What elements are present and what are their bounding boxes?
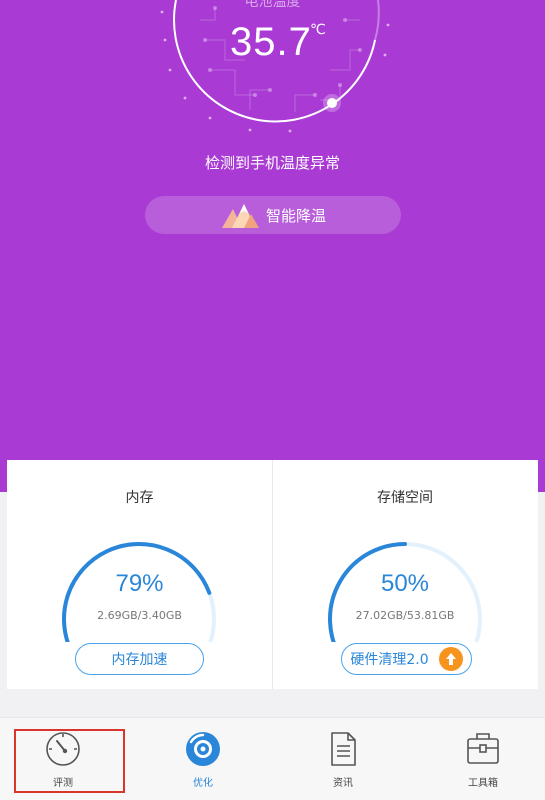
tab-news[interactable]: 资讯 — [293, 718, 393, 789]
memory-percent: 79% — [115, 570, 164, 597]
resource-cards: 内存 79% 2.69GB/3.40GB 内存加速 存储空间 50% 27.02… — [7, 460, 538, 689]
temperature-unit: ℃ — [310, 22, 326, 38]
document-icon — [331, 732, 356, 766]
smart-cool-label: 智能降温 — [265, 206, 326, 225]
memory-title: 内存 — [125, 490, 154, 506]
storage-card: 存储空间 50% 27.02GB/53.81GB 硬件清理2.0 — [272, 460, 537, 689]
toolbox-icon — [467, 733, 499, 764]
tab-optimize-label: 优化 — [193, 778, 213, 789]
tab-toolbox[interactable]: 工具箱 — [433, 718, 533, 789]
tab-toolbox-label: 工具箱 — [468, 778, 498, 789]
upgrade-arrow-icon — [438, 647, 463, 671]
storage-title: 存储空间 — [377, 490, 433, 506]
tab-optimize[interactable]: 优化 — [153, 718, 253, 789]
tab-news-label: 资讯 — [333, 778, 353, 789]
memory-boost-button[interactable]: 内存加速 — [75, 643, 204, 675]
disc-icon — [186, 732, 220, 766]
memory-card: 内存 79% 2.69GB/3.40GB 内存加速 — [7, 460, 272, 689]
temperature-value: 35.7 — [230, 20, 312, 64]
memory-usage: 2.69GB/3.40GB — [97, 609, 182, 622]
mountain-icon — [221, 204, 259, 228]
smart-cool-button[interactable]: 智能降温 — [145, 196, 401, 234]
memory-boost-label: 内存加速 — [111, 652, 168, 668]
temperature-panel: 电池温度 35.7 ℃ 检测到手机温度异常 智能降温 — [0, 0, 545, 492]
highlight-box — [14, 729, 125, 793]
storage-usage: 27.02GB/53.81GB — [355, 609, 455, 622]
hardware-clean-button[interactable]: 硬件清理2.0 — [341, 643, 472, 675]
temperature-caption: 电池温度 — [244, 0, 301, 10]
storage-percent: 50% — [380, 570, 430, 597]
temperature-alert: 检测到手机温度异常 — [204, 154, 340, 172]
hardware-clean-label: 硬件清理2.0 — [350, 652, 429, 668]
